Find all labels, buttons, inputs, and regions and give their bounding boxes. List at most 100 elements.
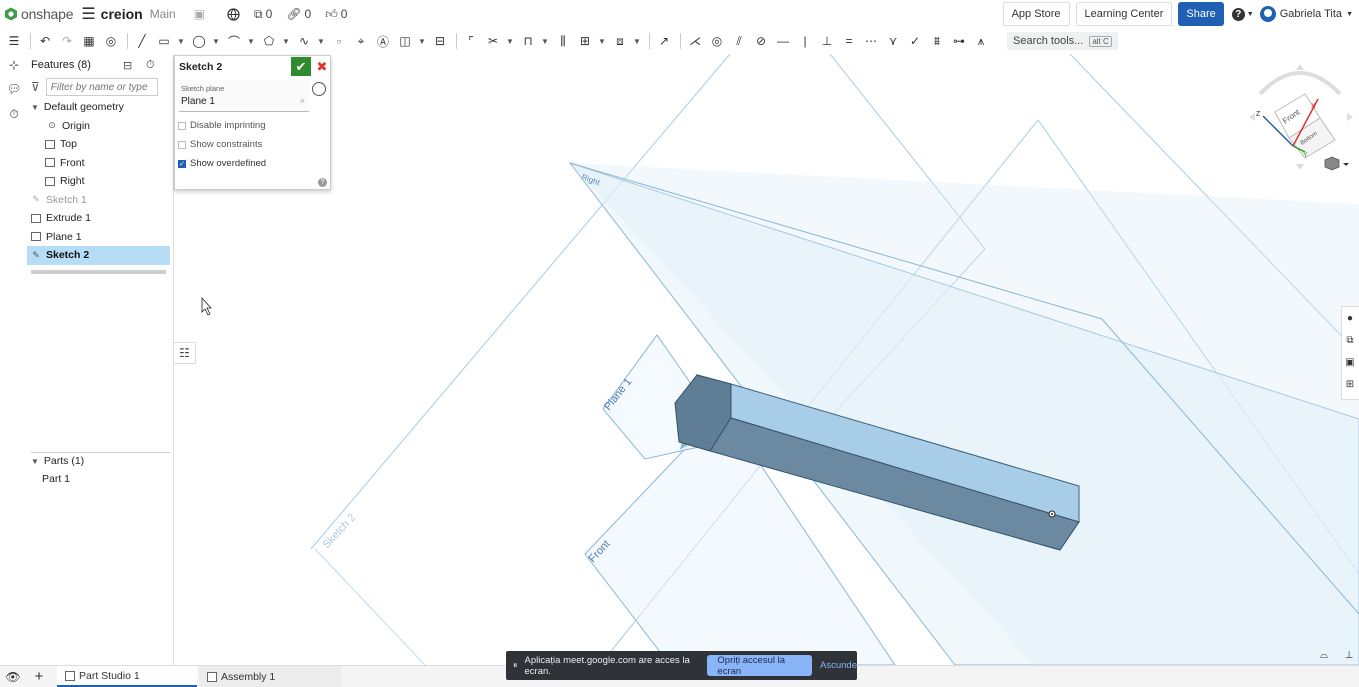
polygon-icon[interactable]: ⬠ <box>259 31 279 51</box>
curvature-icon[interactable]: ⩚ <box>971 31 991 51</box>
fix-icon[interactable]: ⊶ <box>949 31 969 51</box>
trim-icon[interactable]: ✂ <box>483 31 503 51</box>
rotate-left-arrow[interactable] <box>1249 113 1255 121</box>
view-cube[interactable]: Front Bottom Z X Y <box>1249 64 1353 170</box>
tangent-icon[interactable]: ⊘ <box>751 31 771 51</box>
disable-imprinting-option[interactable]: Disable imprinting <box>178 120 266 131</box>
chevron-down-icon[interactable]: ▼ <box>176 31 186 51</box>
menu-icon[interactable]: ☰ <box>81 4 95 24</box>
spline-icon[interactable]: ∿ <box>294 31 314 51</box>
pierce-icon[interactable]: ✓ <box>905 31 925 51</box>
extend-icon[interactable]: ⊓ <box>518 31 538 51</box>
feature-extrude-1[interactable]: Extrude 1 <box>27 209 173 228</box>
learning-center-button[interactable]: Learning Center <box>1075 2 1173 26</box>
offset-icon[interactable]: ⊟ <box>430 31 450 51</box>
feature-origin[interactable]: ⊙ Origin <box>27 117 173 136</box>
chevron-down-icon[interactable]: ▼ <box>417 31 427 51</box>
use-icon[interactable]: ◎ <box>101 31 121 51</box>
construction-icon[interactable]: ⌖ <box>351 31 371 51</box>
collapse-all-icon[interactable]: ⊟ <box>123 59 132 72</box>
feature-top[interactable]: Top <box>27 135 173 154</box>
insert-icon[interactable]: ⊹ <box>6 57 22 73</box>
tab-assembly-1[interactable]: Assembly 1 <box>199 666 341 687</box>
timer-icon[interactable]: ⏱ <box>6 106 22 122</box>
hide-banner-link[interactable]: Ascunde <box>820 660 857 671</box>
view-options-icon[interactable] <box>1324 156 1349 171</box>
rotate-arc[interactable] <box>1258 71 1342 96</box>
point-icon[interactable]: ○ <box>329 31 349 51</box>
filter-icon[interactable]: ⊽ <box>31 80 40 94</box>
chevron-down-icon[interactable]: ▼ <box>597 31 607 51</box>
rectangle-icon[interactable]: ▭ <box>154 31 174 51</box>
document-history-icon[interactable]: ▣ <box>194 7 205 21</box>
appearance-icon[interactable]: ● <box>1342 307 1358 329</box>
disable-imprinting-checkbox[interactable] <box>178 121 186 130</box>
sketch-plane-field[interactable]: Sketch plane Plane 1 × <box>179 80 309 112</box>
measure-icon[interactable]: ⌓ <box>1316 647 1332 663</box>
show-overdefined-checkbox[interactable]: ✓ <box>178 159 186 168</box>
model-canvas[interactable]: Right Plane 1 Sketch 2 Front Front Botto… <box>175 54 1359 665</box>
equal-icon[interactable]: = <box>839 31 859 51</box>
coincident-icon[interactable]: ⋌ <box>685 31 705 51</box>
branch-name[interactable]: Main <box>150 7 176 21</box>
feature-list-icon[interactable]: ☰ <box>4 31 24 51</box>
links-counter[interactable]: 🔗︎ 0 <box>286 7 311 21</box>
share-button[interactable]: Share <box>1178 2 1224 26</box>
feature-plane-1[interactable]: Plane 1 <box>27 228 173 247</box>
fillet-icon[interactable]: ◫ <box>395 31 415 51</box>
list-toggle-icon[interactable]: ☷ <box>174 342 196 364</box>
drag-handle-icon[interactable]: ⏸ <box>513 660 518 671</box>
concentric-icon[interactable]: ◎ <box>707 31 727 51</box>
confirm-check-icon[interactable]: ✔ <box>291 57 311 76</box>
chevron-down-icon[interactable]: ▼ <box>316 31 326 51</box>
globe-icon[interactable] <box>227 7 240 21</box>
dimension-icon[interactable]: ↗ <box>654 31 674 51</box>
chevron-down-icon[interactable]: ▼ <box>281 31 291 51</box>
graphics-viewport[interactable]: Right Plane 1 Sketch 2 Front Front Botto… <box>175 54 1359 665</box>
add-tab-icon[interactable]: + <box>29 667 49 687</box>
pattern-icon[interactable]: ⊞ <box>575 31 595 51</box>
chevron-down-icon[interactable]: ▼ <box>632 31 642 51</box>
display-states-icon[interactable]: ⊞ <box>1342 373 1358 395</box>
midpoint-icon[interactable]: ⋯ <box>861 31 881 51</box>
sketch-fillet-icon[interactable]: ⌜ <box>461 31 481 51</box>
rotate-up-arrow[interactable] <box>1296 64 1304 70</box>
section-view-icon[interactable]: ⧉ <box>1342 329 1358 351</box>
chevron-down-icon[interactable]: ▼ <box>540 31 550 51</box>
transform-icon[interactable]: ⧈ <box>610 31 630 51</box>
history-icon[interactable] <box>312 82 326 96</box>
default-geometry-group[interactable]: ▼ Default geometry <box>27 98 173 117</box>
feature-front[interactable]: Front <box>27 154 173 173</box>
text-icon[interactable]: Ⓐ <box>373 31 393 51</box>
rotate-right-arrow[interactable] <box>1347 113 1353 121</box>
help-icon[interactable]: ? <box>318 178 327 187</box>
vertical-icon[interactable]: | <box>795 31 815 51</box>
view-icon[interactable]: 👁︎ <box>3 667 23 687</box>
tab-part-studio-1[interactable]: Part Studio 1 <box>57 666 197 687</box>
chevron-down-icon[interactable]: ▼ <box>246 31 256 51</box>
comment-icon[interactable]: 💬︎ <box>6 81 22 97</box>
mass-properties-icon[interactable]: ⊥ <box>1341 647 1357 663</box>
feature-right[interactable]: Right <box>27 172 173 191</box>
perpendicular-icon[interactable]: ⊥ <box>817 31 837 51</box>
document-name[interactable]: creion <box>101 6 143 22</box>
show-overdefined-option[interactable]: ✓ Show overdefined <box>178 158 266 169</box>
clear-selection-icon[interactable]: × <box>300 96 305 106</box>
feature-sketch-1[interactable]: ✎ Sketch 1 <box>27 191 173 210</box>
arc-icon[interactable]: ⌒ <box>224 31 244 51</box>
parts-group[interactable]: ▼ Parts (1) <box>27 452 167 471</box>
redo-icon[interactable]: ↷ <box>57 31 77 51</box>
stop-sharing-button[interactable]: Opriți accesul la ecran <box>707 655 813 677</box>
copy-icon[interactable]: ▦ <box>79 31 99 51</box>
onshape-logo[interactable]: onshape <box>0 6 74 22</box>
cancel-close-icon[interactable]: ✖ <box>315 58 329 75</box>
horizontal-icon[interactable]: — <box>773 31 793 51</box>
feature-filter-input[interactable] <box>45 78 158 96</box>
mirror-icon[interactable]: ⫼ <box>553 31 573 51</box>
app-store-button[interactable]: App Store <box>1002 2 1070 26</box>
show-constraints-checkbox[interactable] <box>178 140 186 149</box>
normal-icon[interactable]: ⋎ <box>883 31 903 51</box>
undo-icon[interactable]: ↶ <box>35 31 55 51</box>
likes-counter[interactable]: 👍︎ 0 <box>325 7 347 22</box>
parallel-icon[interactable]: ⫽ <box>729 31 749 51</box>
